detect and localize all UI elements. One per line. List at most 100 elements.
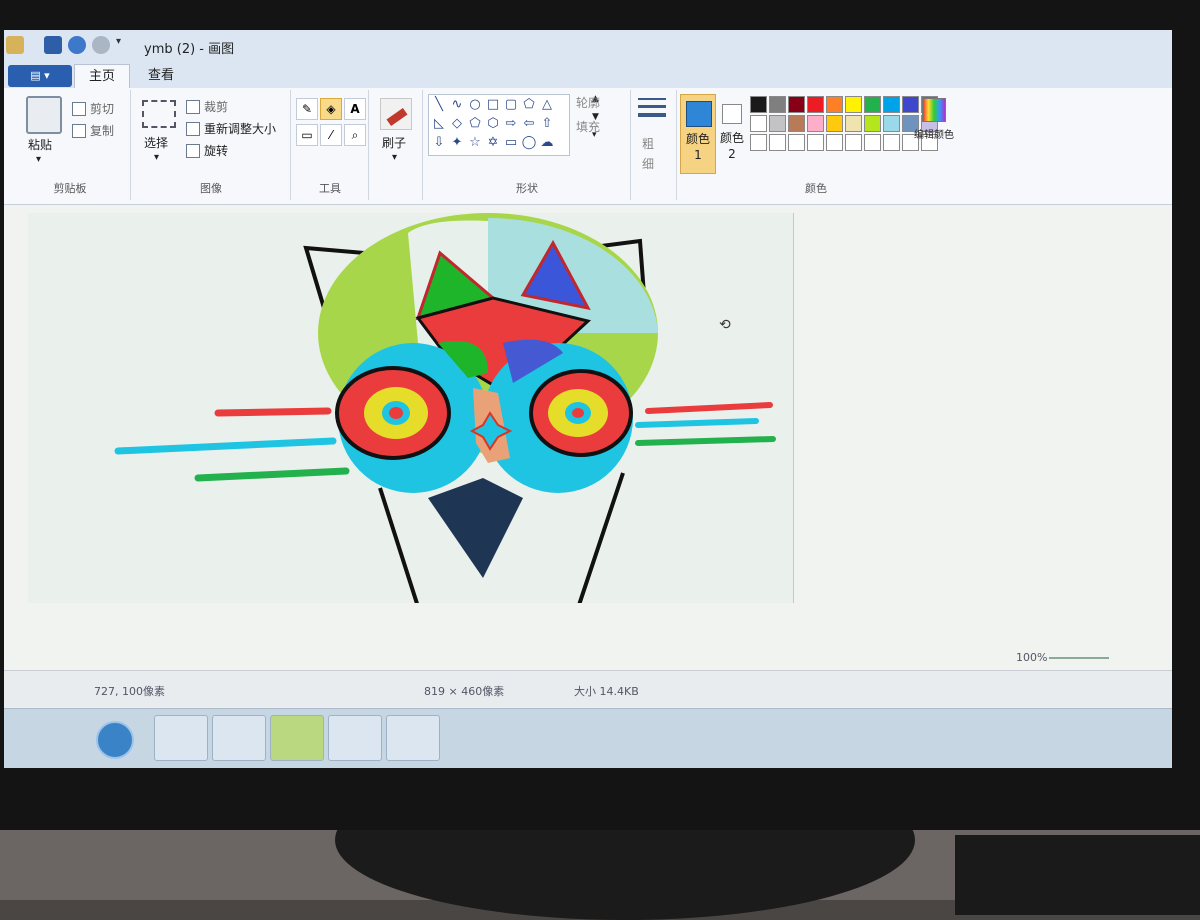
window-taskbar-icon[interactable] — [386, 715, 440, 761]
select-dropdown-chevron-icon[interactable]: ▾ — [154, 152, 159, 163]
copy-button[interactable]: 复制 — [90, 122, 114, 139]
palette-swatch[interactable] — [883, 96, 900, 113]
palette-swatch[interactable] — [807, 115, 824, 132]
palette-swatch[interactable] — [769, 134, 786, 151]
triangle-shape-icon[interactable]: △ — [539, 97, 555, 113]
color2-label: 颜色 2 — [720, 131, 745, 161]
palette-swatch[interactable] — [807, 134, 824, 151]
palette-swatch[interactable] — [769, 96, 786, 113]
paste-icon[interactable] — [26, 96, 62, 134]
five-point-star-shape-icon[interactable]: ☆ — [467, 135, 483, 151]
color1-button[interactable]: 颜色 1 — [680, 94, 716, 174]
edit-colors-button[interactable]: 编辑颜色 — [914, 126, 954, 141]
redo-icon[interactable] — [92, 36, 110, 54]
oval-callout-shape-icon[interactable]: ◯ — [521, 135, 537, 151]
rotate-button[interactable]: 旋转 — [204, 142, 228, 159]
paste-dropdown-chevron-icon[interactable]: ▾ — [36, 154, 41, 165]
drawing-canvas[interactable] — [28, 213, 794, 614]
up-arrow-shape-icon[interactable]: ⇧ — [539, 116, 555, 132]
magnifier-icon[interactable]: ⌕ — [344, 124, 366, 146]
tab-home[interactable]: 主页 — [74, 64, 131, 89]
save-icon[interactable] — [44, 36, 62, 54]
eraser-icon[interactable]: ▭ — [296, 124, 318, 146]
palette-swatch[interactable] — [902, 96, 919, 113]
explorer-taskbar-icon[interactable] — [212, 715, 266, 761]
outline-button[interactable]: 轮廓 — [576, 94, 600, 111]
palette-swatch[interactable] — [864, 134, 881, 151]
paint-taskbar-icon[interactable] — [328, 715, 382, 761]
palette-swatch[interactable] — [788, 96, 805, 113]
start-button-icon[interactable] — [96, 721, 134, 759]
paint-menu-button[interactable]: ▤ ▾ — [8, 65, 72, 87]
brush-icon[interactable] — [380, 98, 412, 130]
palette-swatch[interactable] — [864, 96, 881, 113]
fill-bucket-icon[interactable]: ◈ — [320, 98, 342, 120]
rectangle-shape-icon[interactable]: □ — [485, 97, 501, 113]
zoom-slider[interactable] — [1049, 657, 1109, 659]
resize-icon[interactable] — [186, 122, 200, 136]
color-picker-icon[interactable]: ⁄ — [320, 124, 342, 146]
cloud-callout-shape-icon[interactable]: ☁ — [539, 135, 555, 151]
tab-view[interactable]: 查看 — [134, 64, 188, 88]
line-shape-icon[interactable]: ╲ — [431, 97, 447, 113]
palette-swatch[interactable] — [788, 115, 805, 132]
palette-swatch[interactable] — [807, 96, 824, 113]
palette-swatch[interactable] — [826, 134, 843, 151]
callout-shape-icon[interactable]: ▭ — [503, 135, 519, 151]
palette-swatch[interactable] — [826, 115, 843, 132]
four-point-star-shape-icon[interactable]: ✦ — [449, 135, 465, 151]
pentagon-shape-icon[interactable]: ⬠ — [467, 116, 483, 132]
left-arrow-shape-icon[interactable]: ⇦ — [521, 116, 537, 132]
palette-swatch[interactable] — [788, 134, 805, 151]
paste-button[interactable]: 粘贴 — [28, 136, 52, 153]
size-button[interactable]: 粗细 — [642, 134, 656, 174]
select-icon[interactable] — [142, 100, 176, 128]
brushes-button[interactable]: 刷子 — [382, 134, 406, 151]
resize-button[interactable]: 重新调整大小 — [204, 120, 276, 137]
brushes-dropdown-chevron-icon[interactable]: ▾ — [392, 152, 397, 163]
palette-swatch[interactable] — [750, 115, 767, 132]
crop-icon[interactable] — [186, 100, 200, 114]
palette-swatch[interactable] — [864, 115, 881, 132]
palette-swatch[interactable] — [769, 115, 786, 132]
cut-icon[interactable] — [72, 102, 86, 116]
palette-swatch[interactable] — [883, 115, 900, 132]
right-arrow-shape-icon[interactable]: ⇨ — [503, 116, 519, 132]
palette-swatch[interactable] — [845, 134, 862, 151]
color2-button[interactable]: 颜色 2 — [718, 94, 748, 172]
polygon-shape-icon[interactable]: ⬠ — [521, 97, 537, 113]
rounded-rectangle-shape-icon[interactable]: ▢ — [503, 97, 519, 113]
shapes-group-label: 形状 — [516, 182, 538, 195]
app-taskbar-icon[interactable] — [270, 715, 324, 761]
rotate-icon[interactable] — [186, 144, 200, 158]
curve-shape-icon[interactable]: ∿ — [449, 97, 465, 113]
cut-button[interactable]: 剪切 — [90, 100, 114, 117]
palette-swatch[interactable] — [845, 115, 862, 132]
customize-toolbar-chevron-icon[interactable]: ▾ — [116, 36, 128, 54]
down-arrow-shape-icon[interactable]: ⇩ — [431, 135, 447, 151]
fill-button[interactable]: 填充 — [576, 118, 600, 135]
palette-swatch[interactable] — [883, 134, 900, 151]
text-tool-icon[interactable]: A — [344, 98, 366, 120]
pencil-icon[interactable]: ✎ — [296, 98, 318, 120]
canvas-area[interactable]: ⟲ — [4, 205, 1172, 695]
right-triangle-shape-icon[interactable]: ◺ — [431, 116, 447, 132]
edit-colors-icon[interactable] — [922, 98, 946, 122]
crop-button[interactable]: 裁剪 — [204, 98, 228, 115]
zoom-level[interactable]: 100% — [1016, 651, 1047, 664]
undo-icon[interactable] — [68, 36, 86, 54]
palette-swatch[interactable] — [845, 96, 862, 113]
oval-shape-icon[interactable]: ○ — [467, 97, 483, 113]
ie-taskbar-icon[interactable] — [154, 715, 208, 761]
hexagon-shape-icon[interactable]: ⬡ — [485, 116, 501, 132]
palette-swatch[interactable] — [826, 96, 843, 113]
six-point-star-shape-icon[interactable]: ✡ — [485, 135, 501, 151]
select-button[interactable]: 选择 — [144, 134, 168, 151]
paint-app-icon[interactable] — [6, 36, 24, 54]
palette-swatch[interactable] — [750, 96, 767, 113]
palette-swatch[interactable] — [750, 134, 767, 151]
taskbar — [4, 708, 1172, 768]
size-lines-icon[interactable] — [638, 98, 666, 126]
copy-icon[interactable] — [72, 124, 86, 138]
diamond-shape-icon[interactable]: ◇ — [449, 116, 465, 132]
